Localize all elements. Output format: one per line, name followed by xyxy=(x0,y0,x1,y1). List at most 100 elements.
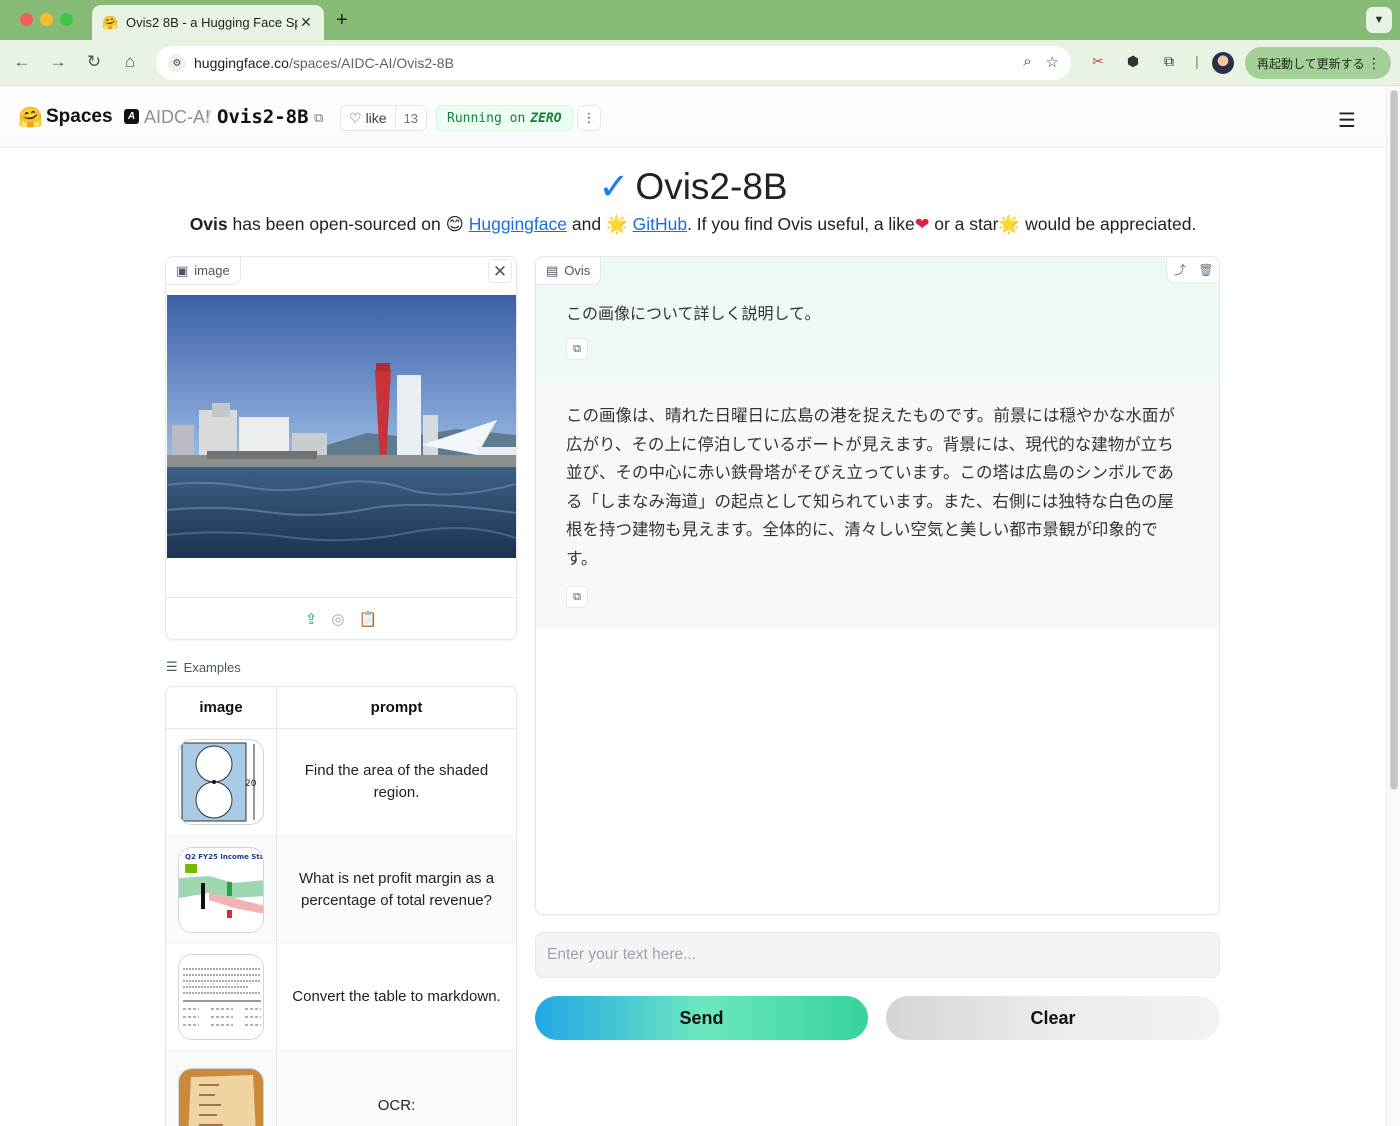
close-tab-icon[interactable]: ✕ xyxy=(298,14,314,31)
column-header-prompt: prompt xyxy=(370,699,423,716)
restart-update-button[interactable]: 再起動して更新する ⋮ xyxy=(1245,47,1391,79)
clear-image-icon[interactable]: ✕ xyxy=(488,259,512,283)
share-icon[interactable]: ⤴ xyxy=(1167,257,1193,283)
send-button[interactable]: Send xyxy=(535,996,868,1040)
minimize-window-button[interactable] xyxy=(40,13,53,26)
repo-name[interactable]: Ovis2-8B xyxy=(217,106,309,128)
back-arrow-icon[interactable]: ← xyxy=(11,52,33,72)
spaces-link[interactable]: Spaces xyxy=(46,106,113,128)
extensions-puzzle-icon[interactable]: ⧉ xyxy=(1159,53,1179,73)
example-prompt-3: Convert the table to markdown. xyxy=(292,988,501,1005)
address-bar[interactable]: ⚙ huggingface.co/spaces/AIDC-AI/Ovis2-8B… xyxy=(156,46,1071,80)
toolbar-divider: | xyxy=(1195,53,1199,69)
examples-table-header: image prompt xyxy=(166,687,516,729)
url-path: /spaces/AIDC-AI/Ovis2-8B xyxy=(288,55,454,71)
zoom-icon[interactable]: ⌕ xyxy=(1023,53,1031,71)
examples-label-text: Examples xyxy=(183,659,241,675)
heart-icon: ♡ xyxy=(349,109,362,126)
subtitle-text-3: . If you find Ovis useful, a like xyxy=(687,214,915,234)
org-link[interactable]: AIDC-AI xyxy=(144,107,210,128)
browser-tab[interactable]: 🤗 Ovis2 8B - a Hugging Face Space ✕ xyxy=(92,5,324,40)
chatbot-panel: この画像について詳しく説明して。 ⧉ この画像は、晴れた日曜日に広島の港を捉えた… xyxy=(535,256,1220,915)
ovis-logo-icon: ✓ xyxy=(598,166,630,207)
example-prompt-1: Find the area of the shaded region. xyxy=(304,762,489,801)
example-prompt-4: OCR: xyxy=(377,1096,416,1114)
browser-toolbar: ← → ↻ ⌂ ⚙ huggingface.co/spaces/AIDC-AI/… xyxy=(0,40,1400,86)
page-scrollbar[interactable] xyxy=(1386,86,1400,1126)
star-emoji-icon-2: 🌟 xyxy=(998,214,1021,234)
thumb-chart-caption: Q2 FY25 Income Stat xyxy=(185,853,264,861)
star-emoji-icon: 🌟 xyxy=(605,214,628,234)
hugging-face-logo-icon[interactable]: 🤗 xyxy=(18,105,43,130)
example-row-4[interactable]: OCR: xyxy=(166,1051,516,1126)
update-button-label: 再起動して更新する xyxy=(1257,56,1365,71)
copy-bot-message-icon[interactable]: ⧉ xyxy=(566,586,588,608)
tab-search-chevron-icon[interactable]: ▼ xyxy=(1366,7,1392,33)
example-row-2[interactable]: Q2 FY25 Income Stat What is net profit m… xyxy=(166,836,516,944)
bookmark-star-icon[interactable]: ☆ xyxy=(1046,53,1059,71)
example-row-3[interactable]: Convert the table to markdown. xyxy=(166,944,516,1051)
site-settings-icon[interactable]: ⚙ xyxy=(168,54,186,72)
upload-icon[interactable]: ⇪ xyxy=(305,610,318,628)
copy-repo-name-icon[interactable]: ⧉ xyxy=(314,110,323,126)
page-title: ✓ Ovis2-8B xyxy=(0,165,1386,208)
example-thumbnail-manuscript xyxy=(178,1067,264,1126)
tab-title: Ovis2 8B - a Hugging Face Space xyxy=(126,15,298,30)
huggingface-link[interactable]: Huggingface xyxy=(469,214,567,234)
copy-user-message-icon[interactable]: ⧉ xyxy=(566,338,588,360)
user-message-text: この画像について詳しく説明して。 xyxy=(566,306,821,323)
more-options-icon[interactable]: ⋮ xyxy=(577,105,601,131)
column-header-image: image xyxy=(166,687,277,728)
space-header: 🤗 Spaces A AIDC-AI / Ovis2-8B ⧉ ♡ like 13… xyxy=(0,86,1386,148)
home-icon[interactable]: ⌂ xyxy=(119,52,141,72)
heart-emoji-icon: ❤ xyxy=(914,214,930,234)
image-icon: ▣ xyxy=(176,262,189,278)
like-button[interactable]: ♡ like 13 xyxy=(340,105,428,131)
image-panel-label: ▣ image xyxy=(166,257,241,285)
thumb-dimension-label: 20 xyxy=(245,779,257,789)
webcam-icon[interactable]: ◎ xyxy=(331,610,344,628)
browser-menu-icon[interactable]: ⋮ xyxy=(1367,55,1381,72)
scrollbar-thumb[interactable] xyxy=(1390,90,1398,790)
trash-icon[interactable]: 🗑 xyxy=(1193,257,1219,283)
clipboard-paste-icon[interactable]: 📋 xyxy=(358,610,377,628)
chatbot-label: ▤ Ovis xyxy=(536,257,602,285)
examples-table: image prompt 20 Find the area of the sha… xyxy=(165,686,517,1126)
close-window-button[interactable] xyxy=(20,13,33,26)
page-title-text: Ovis2-8B xyxy=(635,166,788,207)
uploaded-image[interactable] xyxy=(167,295,516,558)
forward-arrow-icon[interactable]: → xyxy=(47,52,69,72)
new-tab-icon[interactable]: + xyxy=(336,9,348,32)
example-thumbnail-table xyxy=(178,954,264,1040)
page-subtitle: Ovis has been open-sourced on 😊 Huggingf… xyxy=(0,214,1386,235)
smile-emoji-icon: 😊 xyxy=(445,214,464,234)
like-count[interactable]: 13 xyxy=(396,111,426,126)
github-link[interactable]: GitHub xyxy=(633,214,687,234)
extension-shield-icon[interactable]: ⬢ xyxy=(1123,53,1143,73)
running-hardware: ZERO xyxy=(530,110,562,126)
image-input-panel: ▣ image ✕ ⇪ ◎ 📋 xyxy=(165,256,517,640)
chatbot-label-text: Ovis xyxy=(564,263,591,278)
example-prompt-2: What is net profit margin as a percentag… xyxy=(298,869,495,909)
profile-avatar[interactable] xyxy=(1212,52,1234,74)
bot-message: この画像は、晴れた日曜日に広島の港を捉えたものです。前景には穏やかな水面が広がり… xyxy=(536,381,1219,628)
running-label: Running on xyxy=(447,110,526,126)
subtitle-text-5: would be appreciated. xyxy=(1020,214,1197,234)
image-source-toolbar: ⇪ ◎ 📋 xyxy=(166,597,516,640)
example-row-1[interactable]: 20 Find the area of the shaded region. xyxy=(166,729,516,836)
prompt-input[interactable]: Enter your text here... xyxy=(535,932,1220,978)
extension-icon[interactable]: ✂ xyxy=(1088,53,1108,73)
subtitle-text-2: and xyxy=(567,214,606,234)
browser-tab-bar: 🤗 Ovis2 8B - a Hugging Face Space ✕ + ▼ xyxy=(0,0,1400,40)
hamburger-menu-icon[interactable]: ☰ xyxy=(1338,108,1356,133)
reload-icon[interactable]: ↻ xyxy=(83,52,105,72)
example-thumbnail-geometry: 20 xyxy=(178,739,264,825)
running-status-badge[interactable]: Running on ZERO xyxy=(436,105,573,131)
clear-button[interactable]: Clear xyxy=(886,996,1220,1040)
chatbot-actions: ⤴ 🗑 xyxy=(1166,257,1219,283)
harbor-photo xyxy=(167,295,516,558)
chat-bubble-icon: ▤ xyxy=(546,262,559,278)
examples-label: ☰ Examples xyxy=(166,659,241,675)
image-label-text: image xyxy=(194,263,230,278)
maximize-window-button[interactable] xyxy=(60,13,73,26)
